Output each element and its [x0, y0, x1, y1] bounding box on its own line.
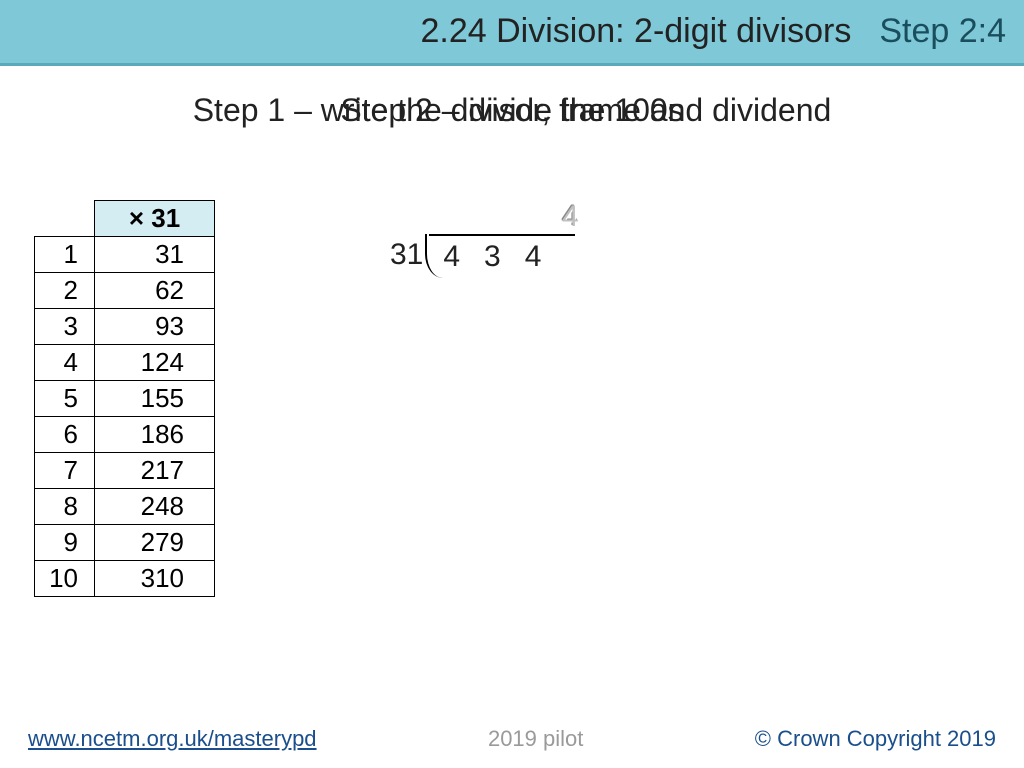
header-title: 2.24 Division: 2-digit divisors — [421, 12, 852, 51]
header-bar: 2.24 Division: 2-digit divisors Step 2:4 — [0, 0, 1024, 66]
table-row: 9279 — [35, 525, 215, 561]
table-row: 6186 — [35, 417, 215, 453]
footer-pilot: 2019 pilot — [488, 726, 583, 752]
subtitle-container: Step 1 – write the divisor, frame and di… — [0, 92, 1024, 129]
table-row: 262 — [35, 273, 215, 309]
long-division: 4 31 434 — [390, 200, 603, 274]
table-corner — [35, 201, 95, 237]
divisor: 31 — [390, 234, 423, 272]
header-step: Step 2:4 — [879, 12, 1006, 51]
subtitle-front: Step 2 – divide the 100s — [340, 92, 683, 129]
table-row: 10310 — [35, 561, 215, 597]
table-header: × 31 — [95, 201, 215, 237]
table-row: 4124 — [35, 345, 215, 381]
multiplication-table: × 31 131 262 393 4124 5155 6186 7217 824… — [34, 200, 215, 597]
footer-copyright: © Crown Copyright 2019 — [755, 726, 996, 752]
division-frame: 434 — [429, 234, 575, 274]
table-row: 8248 — [35, 489, 215, 525]
dividend: 434 — [443, 240, 565, 273]
footer-url[interactable]: www.ncetm.org.uk/masterypd — [28, 726, 317, 752]
footer: www.ncetm.org.uk/masterypd 2019 pilot © … — [0, 726, 1024, 752]
table-row: 5155 — [35, 381, 215, 417]
table-row: 131 — [35, 237, 215, 273]
table-row: 7217 — [35, 453, 215, 489]
quotient-partial: 4 — [452, 200, 603, 234]
table-row: 393 — [35, 309, 215, 345]
